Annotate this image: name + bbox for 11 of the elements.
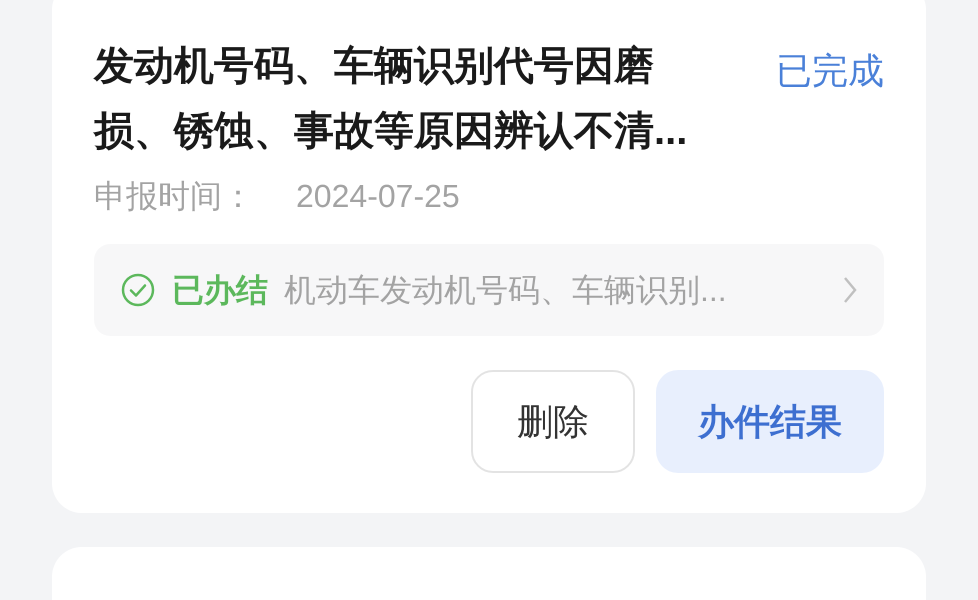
card-title: 发动机号码、车辆识别代号因磨损、锈蚀、事故等原因辨认不清... <box>94 43 688 155</box>
progress-row[interactable]: 已办结 机动车发动机号码、车辆识别... <box>94 244 884 336</box>
delete-button[interactable]: 删除 <box>471 370 635 473</box>
date-value: 2024-07-25 <box>296 177 460 216</box>
check-circle-icon <box>120 272 156 308</box>
date-label: 申报时间： <box>94 177 255 216</box>
status-label: 已完成 <box>776 51 884 91</box>
result-button[interactable]: 办件结果 <box>656 370 884 473</box>
chevron-right-icon <box>842 275 858 305</box>
progress-detail: 机动车发动机号码、车辆识别... <box>284 271 728 310</box>
progress-state: 已办结 <box>172 271 268 310</box>
